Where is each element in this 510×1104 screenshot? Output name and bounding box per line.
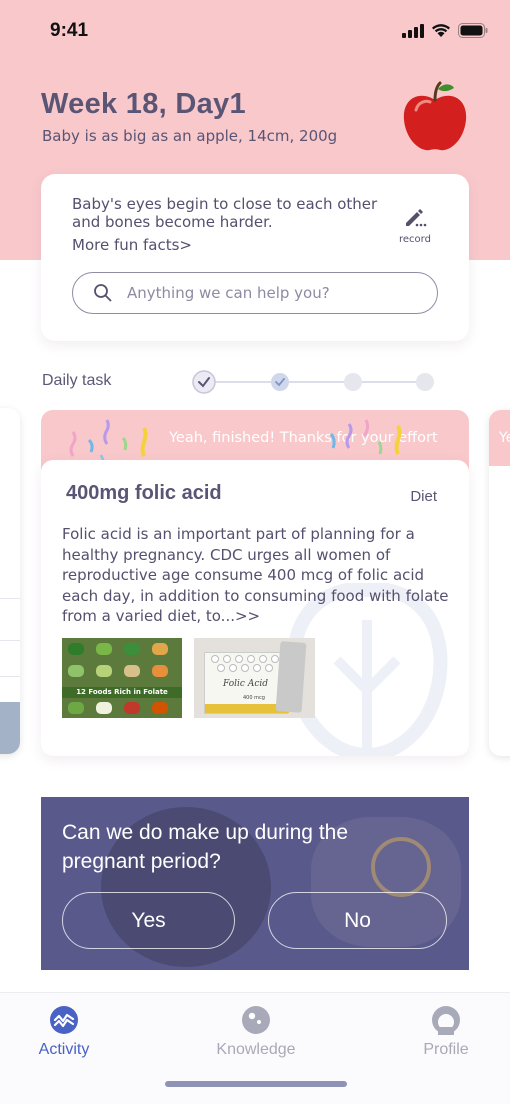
search-placeholder: Anything we can help you? bbox=[127, 284, 330, 302]
daily-task-progress[interactable] bbox=[192, 370, 438, 394]
tab-activity-label: Activity bbox=[38, 1041, 90, 1058]
pill-dots bbox=[211, 655, 279, 672]
yes-button[interactable]: Yes bbox=[62, 892, 235, 949]
status-icons bbox=[402, 23, 488, 38]
blister-pack bbox=[275, 641, 307, 713]
fun-facts-card: Baby's eyes begin to close to each other… bbox=[41, 174, 469, 341]
page-title: Week 18, Day1 bbox=[41, 88, 246, 120]
apple-icon bbox=[403, 81, 467, 151]
question-card: Can we do make up during the pregnant pe… bbox=[41, 797, 469, 970]
pencil-icon bbox=[406, 209, 427, 227]
task-card[interactable]: Yeah, finished! Thanks for your effort 4… bbox=[41, 410, 469, 756]
tab-bar: Activity Knowledge Profile bbox=[0, 992, 510, 1104]
signal-icon bbox=[402, 23, 424, 38]
question-text: Can we do make up during the pregnant pe… bbox=[62, 821, 349, 873]
task-card-body[interactable]: 400mg folic acid Diet Folic acid is an i… bbox=[41, 460, 469, 756]
activity-icon bbox=[50, 1006, 78, 1034]
wifi-icon bbox=[432, 24, 450, 37]
folic-acid-package-image[interactable]: Folic Acid 400 mcg bbox=[194, 638, 315, 718]
previous-task-card[interactable] bbox=[0, 408, 20, 754]
more-fun-facts-link[interactable]: More fun facts> bbox=[72, 236, 192, 254]
search-input[interactable]: Anything we can help you? bbox=[72, 272, 438, 314]
folate-foods-caption: 12 Foods Rich in Folate bbox=[62, 687, 182, 698]
status-time: 9:41 bbox=[50, 20, 89, 41]
progress-step-1[interactable] bbox=[192, 370, 216, 394]
next-task-card[interactable]: Yeah, she bbox=[489, 410, 510, 756]
folic-acid-box-label: Folic Acid bbox=[223, 679, 269, 689]
folate-foods-image[interactable]: 12 Foods Rich in Folate bbox=[62, 638, 182, 718]
record-button[interactable]: record bbox=[391, 206, 439, 245]
tab-knowledge[interactable]: Knowledge bbox=[206, 1005, 306, 1059]
task-title: 400mg folic acid bbox=[66, 482, 222, 504]
progress-step-3[interactable] bbox=[344, 373, 362, 391]
knowledge-icon bbox=[242, 1006, 270, 1034]
task-description[interactable]: Folic acid is an important part of plann… bbox=[62, 524, 452, 627]
home-indicator[interactable] bbox=[165, 1081, 347, 1087]
progress-step-2[interactable] bbox=[271, 373, 289, 391]
baby-size-subtitle: Baby is as big as an apple, 14cm, 200g bbox=[42, 127, 338, 145]
progress-step-4[interactable] bbox=[416, 373, 434, 391]
tab-activity[interactable]: Activity bbox=[14, 1005, 114, 1059]
folic-acid-box-dose: 400 mcg bbox=[243, 695, 265, 701]
record-label: record bbox=[399, 234, 431, 245]
tab-profile[interactable]: Profile bbox=[396, 1005, 496, 1059]
battery-icon bbox=[458, 23, 488, 38]
no-button[interactable]: No bbox=[268, 892, 447, 949]
next-card-banner: Yeah, she bbox=[499, 430, 510, 446]
daily-task-label: Daily task bbox=[42, 372, 112, 389]
tab-knowledge-label: Knowledge bbox=[216, 1041, 296, 1058]
profile-icon bbox=[432, 1006, 460, 1035]
status-bar: 9:41 bbox=[0, 0, 510, 60]
task-category-tag: Diet bbox=[410, 488, 437, 505]
fun-fact-text: Baby's eyes begin to close to each other… bbox=[72, 195, 378, 231]
tab-profile-label: Profile bbox=[423, 1041, 469, 1058]
search-icon bbox=[94, 284, 112, 302]
